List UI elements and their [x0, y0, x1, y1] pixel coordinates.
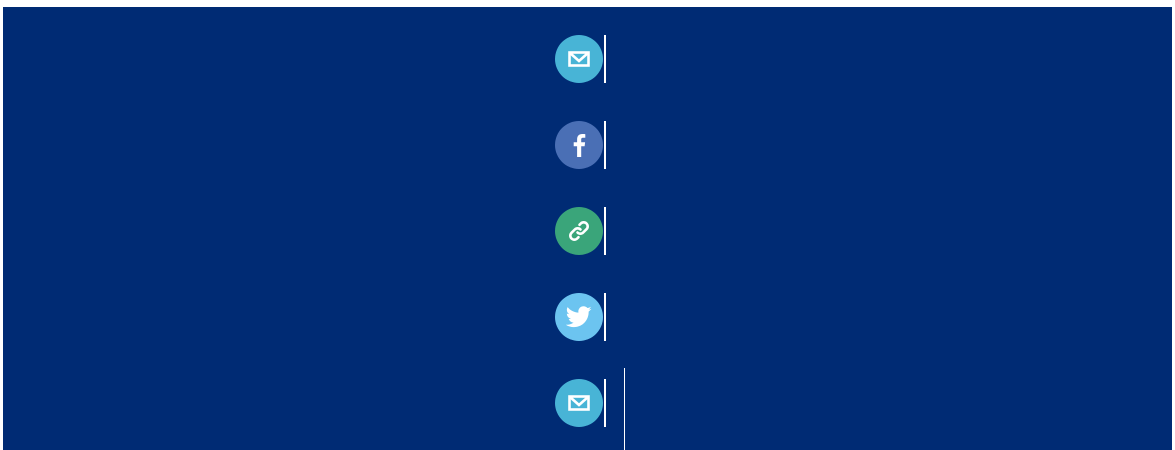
share-item-separator — [604, 207, 606, 255]
share-item-separator — [604, 35, 606, 83]
email-share-button[interactable] — [555, 379, 603, 427]
share-item-separator — [604, 293, 606, 341]
share-item-facebook — [555, 121, 607, 169]
mail-icon — [568, 395, 590, 411]
share-item-separator — [604, 379, 606, 427]
facebook-share-button[interactable] — [555, 121, 603, 169]
mail-icon — [568, 51, 590, 67]
twitter-icon — [566, 306, 592, 328]
share-item-separator — [604, 121, 606, 169]
twitter-share-button[interactable] — [555, 293, 603, 341]
link-icon — [567, 219, 591, 243]
email-share-button[interactable] — [555, 35, 603, 83]
share-item-email — [555, 379, 607, 427]
copy-link-button[interactable] — [555, 207, 603, 255]
share-item-twitter — [555, 293, 607, 341]
vertical-divider — [624, 368, 625, 450]
share-panel — [3, 7, 1172, 450]
share-item-link — [555, 207, 607, 255]
share-item-email — [555, 35, 607, 83]
facebook-icon — [572, 133, 586, 157]
